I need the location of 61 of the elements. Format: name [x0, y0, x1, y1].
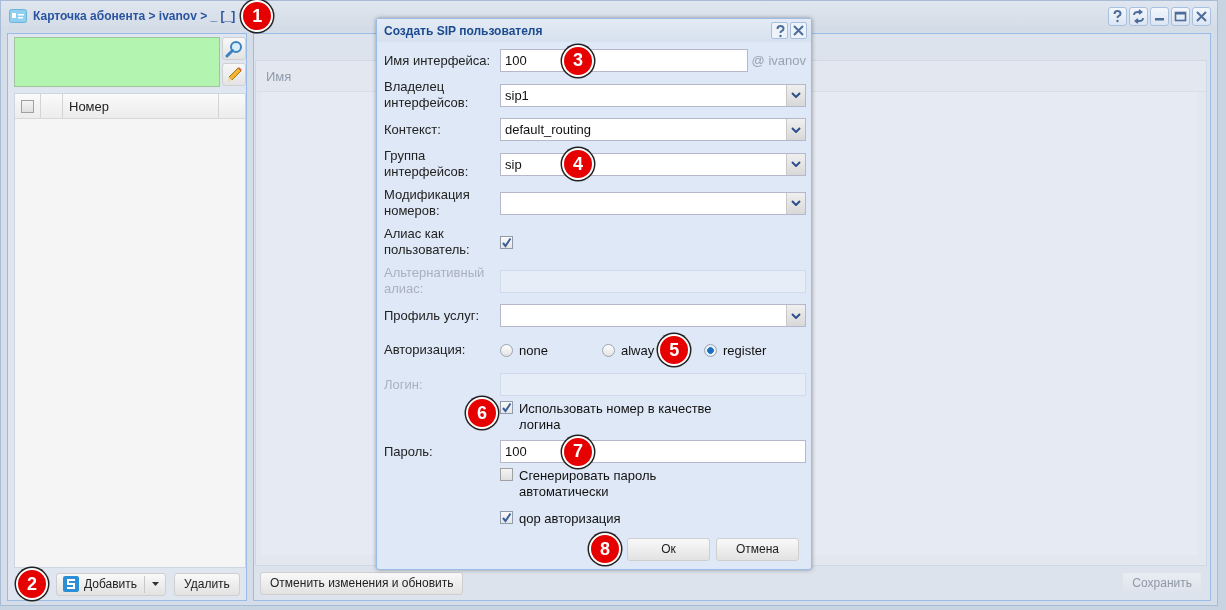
select-field[interactable]: [500, 191, 806, 215]
field-label: Авторизация:: [384, 342, 467, 358]
add-button[interactable]: Добавить: [56, 572, 167, 596]
radio-button[interactable]: [500, 343, 513, 357]
radio-label: none: [519, 342, 548, 358]
domain-suffix: @ ivanov: [751, 53, 806, 68]
chevron-down-icon: [791, 126, 801, 133]
callout-badge: 2: [16, 568, 48, 600]
field-label: Группа интерфейсов:: [384, 148, 470, 180]
check-icon: [501, 236, 512, 248]
chevron-down-icon: [791, 312, 801, 319]
radio-button[interactable]: [704, 343, 717, 357]
check-icon: [501, 402, 512, 413]
checkbox-label: Сгенерировать пароль автоматически: [519, 468, 658, 500]
select-field[interactable]: default_routing: [500, 118, 806, 141]
dialog-title: Создать SIP пользователя: [384, 23, 543, 38]
chevron-down-icon: [791, 92, 801, 98]
caret-icon: [152, 582, 160, 586]
callout-badge: 3: [562, 44, 594, 77]
field-label: Владелец интерфейсов:: [384, 79, 470, 111]
checkbox[interactable]: [21, 99, 34, 113]
revert-button[interactable]: Отменить изменения и обновить: [260, 571, 464, 595]
field-label: Пароль:: [384, 443, 434, 460]
radio-label: register: [723, 342, 767, 358]
field-label: Профиль услуг:: [384, 307, 481, 324]
checkbox[interactable]: [500, 511, 513, 524]
checkbox[interactable]: [500, 468, 513, 481]
field-label: Альтернативный алиас:: [384, 265, 486, 297]
callout-badge: 1: [241, 0, 274, 32]
select-field[interactable]: [500, 304, 806, 327]
contact-card-icon: [9, 9, 27, 23]
search-icon[interactable]: [225, 39, 243, 58]
field-label: Имя интерфейса:: [384, 52, 492, 69]
callout-badge: 4: [562, 148, 594, 180]
checkbox-label: qop авторизация: [519, 511, 622, 527]
window-title: Карточка абонента > ivanov > _ [_]: [33, 9, 236, 23]
field-label: Модификация номеров:: [384, 187, 471, 219]
pencil-icon[interactable]: [225, 65, 243, 84]
s-logo-icon: [63, 576, 79, 592]
chevron-down-icon: [791, 200, 801, 206]
callout-badge: 6: [466, 397, 498, 429]
cancel-button[interactable]: Ок: [627, 537, 710, 561]
radio-button[interactable]: [602, 343, 615, 357]
cancel-button[interactable]: Отмена: [716, 537, 799, 561]
check-icon: [501, 512, 512, 523]
callout-badge: 7: [562, 435, 594, 468]
delete-button[interactable]: Удалить: [174, 572, 240, 596]
field-label: Контекст:: [384, 121, 442, 138]
field-label: Алиас как пользователь:: [384, 226, 471, 258]
checkbox[interactable]: [500, 401, 513, 414]
checkbox[interactable]: [500, 235, 513, 249]
refresh-icon[interactable]: [1130, 7, 1147, 25]
select-field[interactable]: sip1: [500, 83, 806, 107]
chevron-down-icon: [791, 161, 801, 167]
callout-badge: 8: [589, 533, 621, 565]
field-label: Логин:: [384, 376, 424, 393]
close-icon[interactable]: [791, 23, 806, 38]
checkbox-label: Использовать номер в качестве логина: [519, 401, 713, 433]
callout-badge: 5: [658, 334, 691, 366]
search-field[interactable]: [14, 37, 220, 87]
radio-label: alway: [621, 342, 655, 358]
